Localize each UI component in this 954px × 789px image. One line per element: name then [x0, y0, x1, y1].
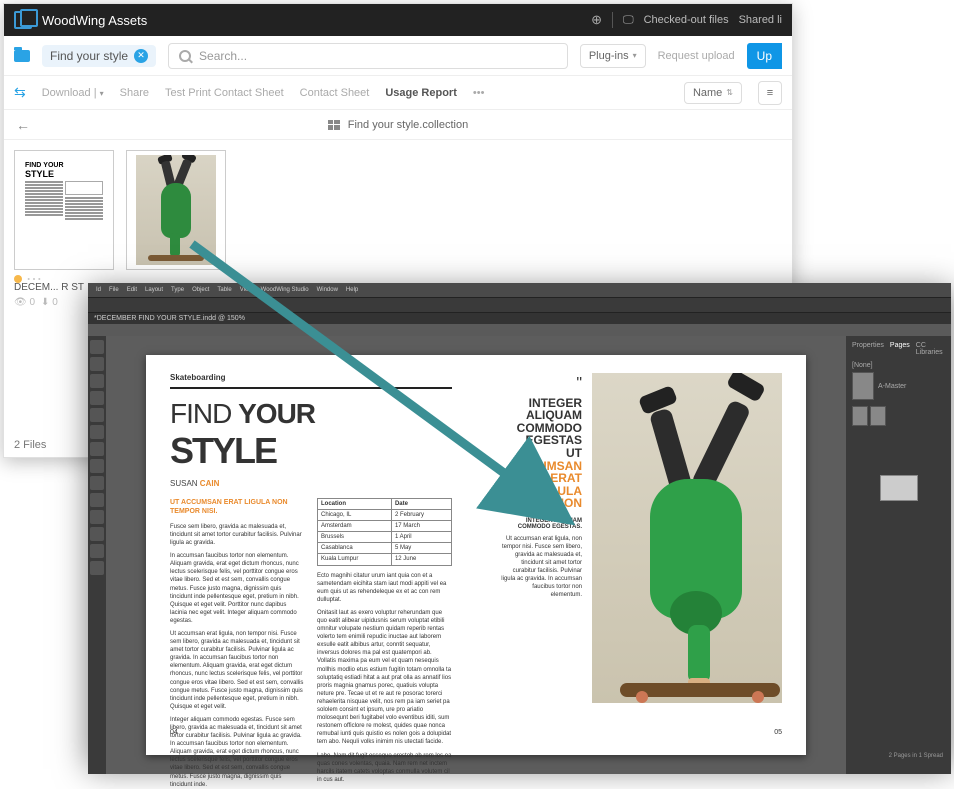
tool-icon[interactable]: [90, 459, 104, 473]
body-text: Labo. Nam dit fugit essequo erestob ab r…: [317, 752, 452, 784]
menu-item[interactable]: View: [240, 287, 253, 293]
schedule-table: LocationDate Chicago, IL2 February Amste…: [317, 498, 452, 566]
tool-icon[interactable]: [90, 408, 104, 422]
spread: Skateboarding FIND YOUR STYLE SUSAN CAIN…: [146, 355, 806, 755]
more-action[interactable]: •••: [473, 87, 485, 99]
panel-row[interactable]: A-Master: [878, 383, 906, 390]
filter-icon[interactable]: ⇆: [14, 84, 26, 101]
plugins-dropdown[interactable]: Plug-ins▾: [580, 44, 646, 68]
menu-item[interactable]: File: [109, 287, 119, 293]
shared-links-link[interactable]: Shared li: [739, 14, 782, 26]
panel-tab[interactable]: Pages: [890, 342, 910, 356]
body-text: Onitasit laut as exero voluptur reherund…: [317, 609, 452, 747]
menu-item[interactable]: Object: [192, 287, 209, 293]
panel-row[interactable]: [None]: [852, 362, 945, 369]
body-text: Fusce sem libero, gravida ac malesuada e…: [170, 523, 305, 547]
desktop-icon[interactable]: 🖵: [623, 14, 634, 27]
page-left: Skateboarding FIND YOUR STYLE SUSAN CAIN…: [146, 355, 476, 755]
author: SUSAN CAIN: [170, 479, 452, 490]
tool-icon[interactable]: [90, 476, 104, 490]
id-toolbox: [88, 336, 106, 774]
menu-item[interactable]: Type: [171, 287, 184, 293]
breadcrumb-chip[interactable]: Find your style ✕: [42, 45, 156, 67]
id-tab[interactable]: *DECEMBER FIND YOUR STYLE.indd @ 150%: [88, 313, 951, 324]
menu-item[interactable]: Id: [96, 287, 101, 293]
subhead: UT ACCUMSAN ERAT LIGULA NON TEMPOR NISI.: [170, 498, 305, 517]
view-toggle[interactable]: ≡: [758, 81, 782, 105]
id-panels: Properties Pages CC Libraries [None] A-Mas…: [846, 336, 951, 774]
panel-status: 2 Pages in 1 Spread: [889, 753, 943, 759]
download-icon: ⬇ 0: [41, 297, 58, 308]
indesign-window: Id File Edit Layout Type Object Table Vi…: [88, 283, 951, 763]
tool-icon[interactable]: [90, 357, 104, 371]
eye-icon: 👁 0: [14, 297, 35, 308]
back-icon[interactable]: ←: [16, 117, 30, 133]
brand-title: WoodWing Assets: [42, 13, 147, 28]
page-number: 05: [774, 728, 782, 737]
share-action[interactable]: Share: [120, 87, 149, 99]
tool-icon[interactable]: [90, 340, 104, 354]
globe-icon[interactable]: ⊕: [591, 12, 602, 28]
tool-icon[interactable]: [90, 374, 104, 388]
contactsheet-action[interactable]: Contact Sheet: [300, 87, 370, 99]
tool-icon[interactable]: [90, 510, 104, 524]
tool-icon[interactable]: [90, 493, 104, 507]
panel-thumb[interactable]: [880, 475, 918, 501]
tool-icon[interactable]: [90, 544, 104, 558]
ww-footer-count: 2 Files: [14, 439, 46, 451]
panel-tab[interactable]: Properties: [852, 342, 884, 356]
menu-item[interactable]: Layout: [145, 287, 163, 293]
tool-icon[interactable]: [90, 527, 104, 541]
chevron-down-icon: ▾: [633, 51, 637, 60]
chip-close-icon[interactable]: ✕: [134, 49, 148, 63]
body-text: Ut accumsan erat ligula, non tempor nisi…: [170, 630, 305, 711]
woodwing-logo-icon: [14, 11, 32, 29]
menu-item[interactable]: Help: [346, 287, 358, 293]
caption-text: Ut accumsan erat ligula, non tempor nisi…: [500, 535, 582, 600]
collection-icon: [328, 120, 340, 130]
page-right: " INTEGER ALIQUAM COMMODO EGESTAS UT ACC…: [476, 355, 806, 755]
page-number: 04: [170, 728, 178, 737]
menu-item[interactable]: Edit: [127, 287, 137, 293]
menu-item[interactable]: WoodWing Studio: [261, 287, 309, 293]
download-action[interactable]: Download | ▾: [42, 87, 104, 99]
headline: FIND YOUR STYLE: [170, 395, 452, 475]
small-pullquote: INTEGER ALIQUAM COMMODO EGESTAS.: [500, 518, 582, 531]
upload-button[interactable]: Up: [747, 43, 782, 69]
checked-out-link[interactable]: Checked-out files: [644, 14, 729, 26]
menu-item[interactable]: Window: [317, 287, 338, 293]
body-text: In accumsan faucibus tortor non elementu…: [170, 552, 305, 625]
menu-item[interactable]: Table: [217, 287, 231, 293]
collection-path: Find your style.collection: [348, 119, 468, 131]
ww-pathrow: ← Find your style.collection: [4, 110, 792, 140]
id-ruler: [88, 324, 951, 336]
ww-searchrow: Find your style ✕ Search... Plug-ins▾ Re…: [4, 36, 792, 76]
usagereport-action[interactable]: Usage Report: [385, 87, 457, 99]
testprint-action[interactable]: Test Print Contact Sheet: [165, 87, 284, 99]
skater-thumb-image: [136, 155, 216, 265]
folder-icon[interactable]: [14, 50, 30, 62]
body-text: Integer aliquam commodo egestas. Fusce s…: [170, 716, 305, 789]
tool-icon[interactable]: [90, 561, 104, 575]
search-placeholder: Search...: [199, 49, 247, 63]
sort-dropdown[interactable]: Name ⇅: [684, 82, 742, 104]
id-canvas[interactable]: Skateboarding FIND YOUR STYLE SUSAN CAIN…: [106, 336, 846, 774]
section-label: Skateboarding: [170, 373, 452, 389]
chip-label: Find your style: [50, 49, 128, 63]
pullquote: INTEGER ALIQUAM COMMODO EGESTAS UT ACCUM…: [500, 397, 582, 510]
placed-image[interactable]: [592, 373, 782, 703]
request-upload-link[interactable]: Request upload: [658, 50, 735, 62]
id-menubar: Id File Edit Layout Type Object Table Vi…: [88, 283, 951, 297]
search-input[interactable]: Search...: [168, 43, 568, 69]
tool-icon[interactable]: [90, 391, 104, 405]
tool-icon[interactable]: [90, 442, 104, 456]
tool-icon[interactable]: [90, 425, 104, 439]
body-text: Ecto magnihi citatur urum iant quia con …: [317, 572, 452, 604]
search-icon: [179, 50, 191, 62]
ww-titlebar: WoodWing Assets ⊕ 🖵 Checked-out files Sh…: [4, 4, 792, 36]
ww-actionrow: ⇆ Download | ▾ Share Test Print Contact …: [4, 76, 792, 110]
id-toolbar[interactable]: [88, 297, 951, 313]
panel-tab[interactable]: CC Libraries: [916, 342, 945, 356]
